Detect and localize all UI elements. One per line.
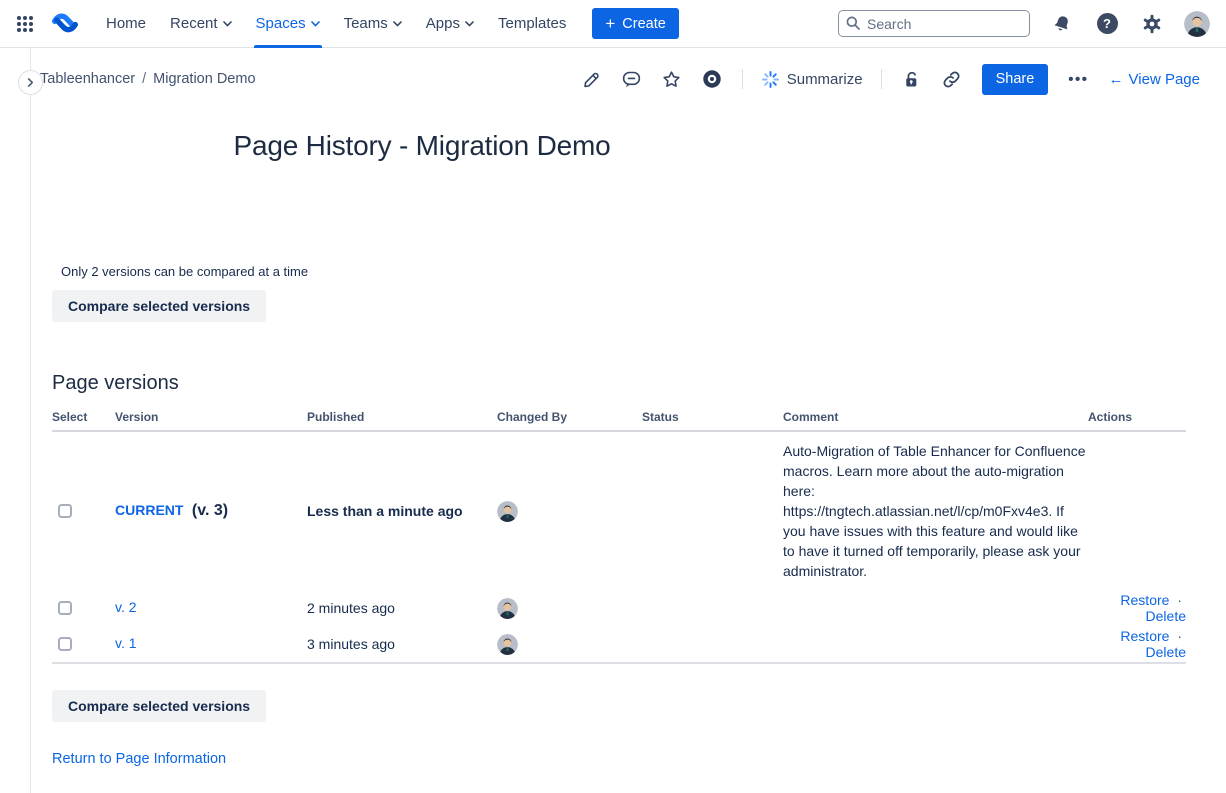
version-link[interactable]: v. 1 xyxy=(115,635,137,651)
watch-eye-icon[interactable] xyxy=(696,63,728,95)
version-comment xyxy=(783,635,1088,653)
column-header-actions: Actions xyxy=(1088,410,1186,424)
delete-link[interactable]: Delete xyxy=(1146,608,1186,624)
notifications-bell-icon[interactable] xyxy=(1049,11,1075,37)
compare-note: Only 2 versions can be compared at a tim… xyxy=(52,264,1186,279)
version-link[interactable]: CURRENT xyxy=(115,502,183,518)
changed-by-avatar[interactable] xyxy=(497,598,642,619)
compare-versions-button-bottom[interactable]: Compare selected versions xyxy=(52,690,266,722)
version-row-v2: v. 2 2 minutes ago Restore · Delete xyxy=(52,590,1186,626)
share-button[interactable]: Share xyxy=(982,64,1049,95)
chevron-right-icon xyxy=(26,78,35,87)
create-button[interactable]: + Create xyxy=(592,8,678,39)
nav-item-label: Recent xyxy=(170,15,218,32)
link-icon[interactable] xyxy=(936,63,968,95)
return-to-page-information-link[interactable]: Return to Page Information xyxy=(52,751,226,767)
help-glyph: ? xyxy=(1103,16,1111,31)
grid-icon xyxy=(17,16,33,32)
actions-cell: Restore · Delete xyxy=(1088,628,1186,660)
version-comment: Auto-Migration of Table Enhancer for Con… xyxy=(783,432,1088,590)
help-icon[interactable]: ? xyxy=(1094,11,1120,37)
nav-items: Home Recent Spaces Teams Apps Templates xyxy=(94,0,578,48)
nav-item-recent[interactable]: Recent xyxy=(158,0,244,48)
settings-gear-icon[interactable] xyxy=(1139,11,1165,37)
column-header-comment: Comment xyxy=(783,410,1088,424)
nav-item-home[interactable]: Home xyxy=(94,0,158,48)
version-row-v1: v. 1 3 minutes ago Restore · Delete xyxy=(52,626,1186,662)
actions-separator: · xyxy=(1177,592,1182,608)
summarize-button[interactable]: Summarize xyxy=(757,70,867,89)
version-row-current: CURRENT (v. 3) Less than a minute ago Au… xyxy=(52,432,1186,590)
version-comment xyxy=(783,599,1088,617)
more-actions-icon[interactable]: ••• xyxy=(1062,71,1094,88)
create-button-label: Create xyxy=(622,16,666,32)
nav-item-spaces[interactable]: Spaces xyxy=(244,0,332,48)
confluence-logo-icon[interactable] xyxy=(52,11,78,37)
changed-by-avatar[interactable] xyxy=(497,634,642,655)
star-icon[interactable] xyxy=(656,63,688,95)
column-header-status: Status xyxy=(642,410,783,424)
edit-pencil-icon[interactable] xyxy=(576,63,608,95)
breadcrumb-page-link[interactable]: Migration Demo xyxy=(153,71,255,87)
comment-icon[interactable] xyxy=(616,63,648,95)
column-header-select: Select xyxy=(52,410,115,424)
nav-item-teams[interactable]: Teams xyxy=(332,0,414,48)
published-time: 2 minutes ago xyxy=(307,600,497,616)
restore-link[interactable]: Restore xyxy=(1120,628,1169,644)
chevron-down-icon xyxy=(465,21,474,27)
page-title: Page History - Migration Demo xyxy=(52,130,792,162)
chevron-down-icon xyxy=(393,21,402,27)
nav-item-templates[interactable]: Templates xyxy=(486,0,578,48)
column-header-published: Published xyxy=(307,410,497,424)
breadcrumb-separator: / xyxy=(142,71,146,87)
summarize-label: Summarize xyxy=(787,71,863,88)
page-versions-heading: Page versions xyxy=(52,372,1186,395)
version-suffix: (v. 3) xyxy=(192,502,228,519)
search-input[interactable] xyxy=(838,10,1030,37)
user-avatar[interactable] xyxy=(1184,11,1210,37)
version-link[interactable]: v. 2 xyxy=(115,599,137,615)
breadcrumb: Tableenhancer / Migration Demo xyxy=(40,71,256,87)
published-time: Less than a minute ago xyxy=(307,503,497,519)
column-header-changed-by: Changed By xyxy=(497,410,642,424)
plus-icon: + xyxy=(605,15,615,32)
expand-sidebar-button[interactable] xyxy=(18,70,43,95)
nav-item-label: Spaces xyxy=(256,15,306,32)
changed-by-avatar[interactable] xyxy=(497,501,642,522)
select-version-checkbox[interactable] xyxy=(58,637,72,651)
toolbar-divider xyxy=(742,69,743,89)
search-icon xyxy=(846,16,860,30)
actions-cell: Restore · Delete xyxy=(1088,592,1186,624)
column-header-version: Version xyxy=(115,410,307,424)
top-navigation: Home Recent Spaces Teams Apps Templates … xyxy=(0,0,1226,48)
nav-item-apps[interactable]: Apps xyxy=(414,0,486,48)
versions-table-header: Select Version Published Changed By Stat… xyxy=(52,410,1186,432)
nav-item-label: Apps xyxy=(426,15,460,32)
sidebar-divider xyxy=(30,48,31,793)
nav-item-label: Teams xyxy=(344,15,388,32)
select-version-checkbox[interactable] xyxy=(58,601,72,615)
restore-link[interactable]: Restore xyxy=(1120,592,1169,608)
breadcrumb-space-link[interactable]: Tableenhancer xyxy=(40,71,135,87)
main-content: Page History - Migration Demo Only 2 ver… xyxy=(0,130,1226,768)
table-bottom-border xyxy=(52,662,1186,664)
nav-item-label: Home xyxy=(106,15,146,32)
delete-link[interactable]: Delete xyxy=(1146,644,1186,660)
select-version-checkbox[interactable] xyxy=(58,504,72,518)
chevron-down-icon xyxy=(311,21,320,27)
search-container xyxy=(838,10,1030,37)
actions-separator: · xyxy=(1177,628,1182,644)
compare-versions-button-top[interactable]: Compare selected versions xyxy=(52,290,266,322)
chevron-down-icon xyxy=(223,21,232,27)
view-page-link[interactable]: ← View Page xyxy=(1109,71,1200,88)
published-time: 3 minutes ago xyxy=(307,636,497,652)
app-switcher-icon[interactable] xyxy=(12,11,38,37)
toolbar-divider xyxy=(881,69,882,89)
ai-sparkle-icon xyxy=(761,70,780,89)
nav-item-label: Templates xyxy=(498,15,566,32)
unlock-icon[interactable] xyxy=(896,63,928,95)
view-page-label: View Page xyxy=(1129,71,1200,88)
page-toolbar: Tableenhancer / Migration Demo xyxy=(0,48,1226,110)
back-arrow-icon: ← xyxy=(1109,71,1124,88)
